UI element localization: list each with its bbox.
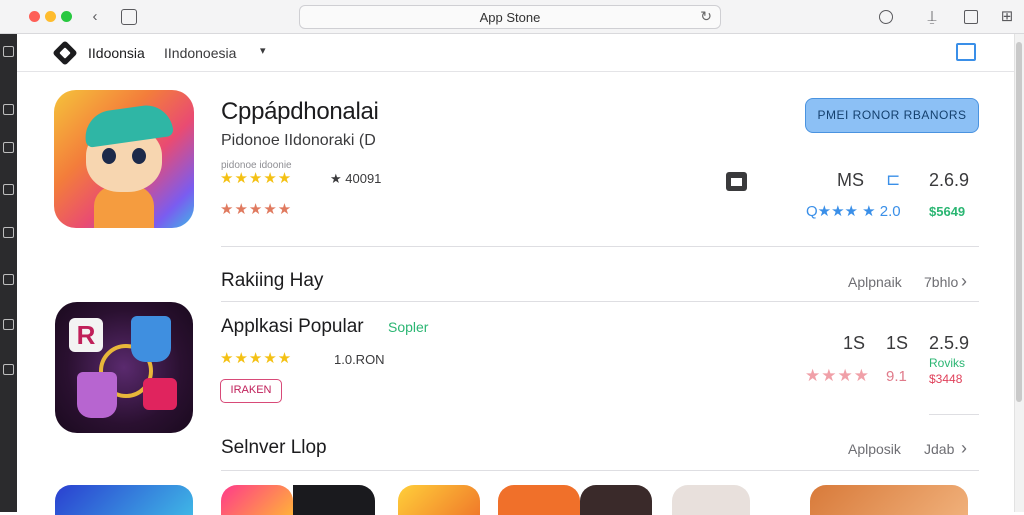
region-value[interactable]: IIndonoesia [164,45,236,61]
divider [929,414,979,415]
section-link-apps[interactable]: Aplposik [848,441,901,457]
sidebar-icon[interactable] [3,184,14,195]
popular-stat-version: 2.5.9 [929,333,970,353]
sidebar-icon[interactable] [3,319,14,330]
app-icon[interactable] [221,485,293,515]
minimize-window-button[interactable] [45,11,56,22]
chevron-right-icon[interactable]: › [961,271,967,292]
app-icon[interactable] [55,485,193,515]
popular-secondary-stars: ★★★★ [805,366,870,385]
section-link-apps[interactable]: Aplpnaik [848,274,902,290]
sidebar-icon[interactable] [3,142,14,153]
icon-tile-shape [143,378,177,410]
store-header: IIdoonsia IIndonoesia ▾ [17,34,1014,72]
address-text: App Stone [479,10,541,25]
store-logo-icon[interactable] [52,40,78,66]
sidebar-icon[interactable] [3,227,14,238]
app-icon[interactable] [293,485,375,515]
mascot-eye [102,148,116,164]
chevron-left-icon[interactable]: ‹ [88,7,102,27]
popular-app-badge: Sopler [388,319,429,335]
popular-app-title[interactable]: Applkasi Popular [221,316,364,338]
featured-stat-version: 2.6.9 [929,170,970,190]
icon-letter-tile: R [69,318,103,352]
mascot-body [94,186,154,228]
privacy-icon[interactable] [879,10,893,24]
featured-star-rating: ★★★★★ [220,170,293,187]
display-icon[interactable] [956,43,976,61]
scrollbar-thumb[interactable] [1016,42,1022,402]
icon-cup-shape [77,372,117,418]
popular-stat-price: $3448 [929,372,963,386]
mascot-hat [82,102,174,148]
sidebar-icon[interactable] [3,364,14,375]
popular-stat-a: 1S [843,333,866,353]
featured-secondary-stars: ★★★★★ [220,201,293,218]
section-link-all[interactable]: 7bhlo [924,274,958,290]
close-window-button[interactable] [29,11,40,22]
divider [221,301,979,302]
featured-stat-price: $5649 [929,204,966,219]
popular-stat-score: 9.1 [886,368,907,385]
mascot-eye [132,148,146,164]
app-store-window: ‹ App Stone ↻ ⍊ ⊞ IIdoonsia IIndonoesia … [0,0,1024,515]
bookmark-icon[interactable]: ⊏ [886,170,900,190]
divider [221,470,979,471]
maximize-window-button[interactable] [61,11,72,22]
section-title-ranking: Rakiing Hay [221,270,324,291]
tabs-icon[interactable] [964,10,978,24]
app-icon[interactable] [672,485,750,515]
calendar-icon[interactable] [726,172,747,191]
featured-app-title[interactable]: Cppápdhonalai [221,98,379,126]
popular-star-rating: ★★★★★ [220,350,293,367]
featured-rating-count: ★ 40091 [330,171,382,186]
address-bar[interactable]: App Stone ↻ [299,5,721,29]
popular-app-icon[interactable]: R [55,302,193,433]
divider [221,246,979,247]
sidebar-icon[interactable] [3,104,14,115]
chevron-down-icon[interactable]: ▾ [260,44,266,57]
sidebar-icon[interactable] [3,274,14,285]
featured-stat-ms: MS [837,170,864,190]
chevron-right-icon[interactable]: › [961,438,967,459]
sidebar-icon[interactable] [3,46,14,57]
section-title-selected: Selnver Llop [221,437,327,458]
popular-stat-b: 1S [886,333,909,353]
region-label[interactable]: IIdoonsia [88,45,145,61]
popular-tag[interactable]: IRAKEN [220,379,282,403]
featured-app-icon[interactable] [54,90,194,228]
new-tab-icon[interactable]: ⊞ [999,7,1015,27]
popular-stat-reviews: Roviks [929,356,966,370]
app-icon[interactable] [580,485,652,515]
app-icon[interactable] [498,485,580,515]
popular-rating-meta: 1.0.RON [334,352,385,367]
app-icon[interactable] [810,485,968,515]
app-icon[interactable] [398,485,480,515]
get-app-button[interactable]: PMEI RONOR RBANORS [805,98,979,133]
sidebar-toggle-icon[interactable] [121,9,137,25]
featured-app-developer[interactable]: Pidonoe IIdonoraki (D [221,132,376,150]
reload-icon[interactable]: ↻ [700,8,712,25]
share-icon[interactable]: ⍊ [925,7,939,27]
featured-stat-rating: Q★★★ ★ 2.0 [806,203,901,220]
left-sidebar [0,34,17,512]
icon-cup-shape [131,316,171,362]
section-link-all[interactable]: Jdab [924,441,954,457]
browser-toolbar: ‹ App Stone ↻ ⍊ ⊞ [0,0,1024,34]
